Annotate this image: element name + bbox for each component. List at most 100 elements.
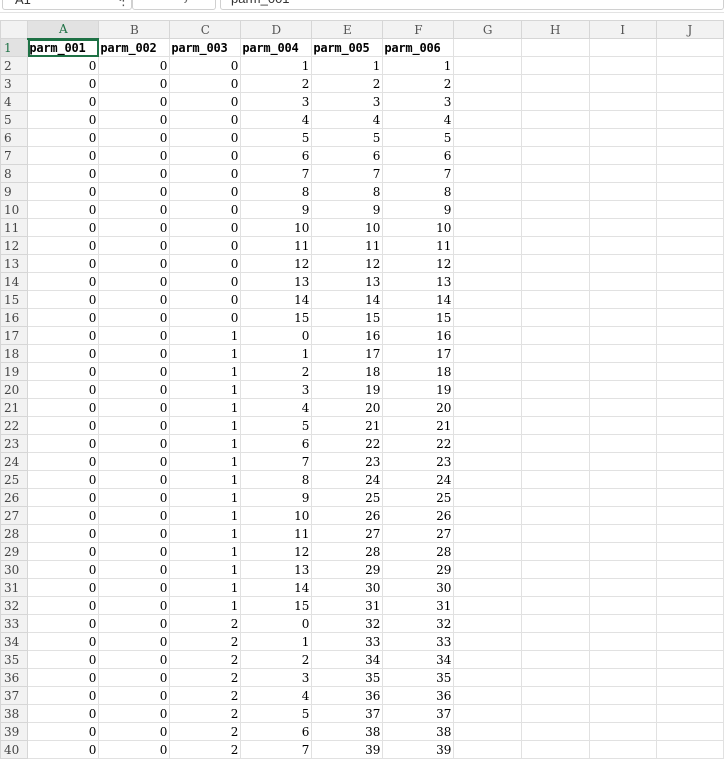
row-header-25[interactable]: 25 — [0, 470, 29, 489]
empty-cell[interactable] — [655, 218, 724, 237]
cell[interactable]: 13 — [311, 272, 384, 291]
empty-cell[interactable] — [588, 56, 657, 75]
empty-cell[interactable] — [453, 362, 522, 381]
cell[interactable]: 2 — [169, 722, 242, 741]
cell[interactable]: 1 — [169, 542, 242, 561]
cell[interactable]: 37 — [382, 704, 455, 723]
empty-cell[interactable] — [588, 344, 657, 363]
empty-cell[interactable] — [588, 632, 657, 651]
cell[interactable]: 12 — [311, 254, 384, 273]
empty-cell[interactable] — [655, 578, 724, 597]
cell[interactable]: 0 — [98, 416, 171, 435]
cell[interactable]: 0 — [98, 740, 171, 759]
cell[interactable]: 39 — [382, 740, 455, 759]
cell[interactable]: 1 — [169, 578, 242, 597]
empty-cell[interactable] — [453, 290, 522, 309]
empty-cell[interactable] — [520, 164, 590, 183]
empty-cell[interactable] — [453, 632, 522, 651]
header-cell[interactable]: parm_004 — [240, 38, 313, 57]
row-header-35[interactable]: 35 — [0, 650, 29, 669]
row-header-7[interactable]: 7 — [0, 146, 29, 165]
cell[interactable]: 0 — [98, 704, 171, 723]
cell[interactable]: 4 — [240, 686, 313, 705]
empty-cell[interactable] — [588, 434, 657, 453]
cell[interactable]: 19 — [382, 380, 455, 399]
row-header-40[interactable]: 40 — [0, 740, 29, 759]
cell[interactable]: 1 — [240, 632, 313, 651]
cell[interactable]: 1 — [169, 470, 242, 489]
empty-cell[interactable] — [520, 488, 590, 507]
cell[interactable]: 29 — [311, 560, 384, 579]
row-header-8[interactable]: 8 — [0, 164, 29, 183]
empty-cell[interactable] — [655, 362, 724, 381]
empty-cell[interactable] — [588, 488, 657, 507]
empty-cell[interactable] — [655, 614, 724, 633]
cell[interactable]: 0 — [169, 164, 242, 183]
cell[interactable]: 1 — [169, 488, 242, 507]
cell[interactable]: 0 — [27, 434, 100, 453]
empty-cell[interactable] — [588, 668, 657, 687]
cell[interactable]: 0 — [27, 110, 100, 129]
cell[interactable]: 3 — [240, 92, 313, 111]
cell[interactable]: 0 — [27, 578, 100, 597]
cell[interactable]: 7 — [382, 164, 455, 183]
cell[interactable]: 0 — [240, 326, 313, 345]
empty-cell[interactable] — [588, 362, 657, 381]
empty-cell[interactable] — [453, 398, 522, 417]
header-cell[interactable]: parm_001 — [27, 38, 100, 57]
cell[interactable]: 26 — [382, 506, 455, 525]
empty-cell[interactable] — [588, 542, 657, 561]
cell[interactable]: 0 — [27, 92, 100, 111]
row-header-32[interactable]: 32 — [0, 596, 29, 615]
empty-cell[interactable] — [520, 344, 590, 363]
cell[interactable]: 12 — [240, 542, 313, 561]
row-header-21[interactable]: 21 — [0, 398, 29, 417]
column-header-d[interactable]: D — [240, 20, 313, 39]
cell[interactable]: 8 — [240, 470, 313, 489]
row-header-18[interactable]: 18 — [0, 344, 29, 363]
empty-cell[interactable] — [453, 434, 522, 453]
cell[interactable]: 10 — [240, 218, 313, 237]
empty-cell[interactable] — [655, 542, 724, 561]
empty-cell[interactable] — [520, 668, 590, 687]
cell[interactable]: 28 — [382, 542, 455, 561]
cell[interactable]: 33 — [382, 632, 455, 651]
cell[interactable]: 2 — [169, 740, 242, 759]
cell[interactable]: 17 — [311, 344, 384, 363]
more-options-icon[interactable]: ⋮ — [117, 0, 130, 9]
empty-cell[interactable] — [520, 290, 590, 309]
empty-cell[interactable] — [655, 506, 724, 525]
empty-cell[interactable] — [520, 614, 590, 633]
empty-cell[interactable] — [520, 200, 590, 219]
empty-cell[interactable] — [453, 344, 522, 363]
empty-cell[interactable] — [453, 308, 522, 327]
cell[interactable]: 9 — [382, 200, 455, 219]
empty-cell[interactable] — [520, 686, 590, 705]
cell[interactable]: 4 — [311, 110, 384, 129]
cell[interactable]: 0 — [27, 398, 100, 417]
cell[interactable]: 0 — [27, 344, 100, 363]
cell[interactable]: 9 — [311, 200, 384, 219]
empty-cell[interactable] — [453, 740, 522, 759]
cell[interactable]: 25 — [311, 488, 384, 507]
cell[interactable]: 2 — [169, 704, 242, 723]
row-header-2[interactable]: 2 — [0, 56, 29, 75]
cell[interactable]: 34 — [382, 650, 455, 669]
row-header-14[interactable]: 14 — [0, 272, 29, 291]
cell[interactable]: 15 — [240, 308, 313, 327]
cell[interactable]: 21 — [311, 416, 384, 435]
row-header-15[interactable]: 15 — [0, 290, 29, 309]
cell[interactable]: 5 — [240, 704, 313, 723]
cell[interactable]: 0 — [98, 218, 171, 237]
empty-cell[interactable] — [520, 236, 590, 255]
cell[interactable]: 0 — [27, 254, 100, 273]
chevron-down-icon[interactable]: ⌄ — [203, 0, 211, 1]
empty-cell[interactable] — [453, 272, 522, 291]
empty-cell[interactable] — [588, 74, 657, 93]
column-header-c[interactable]: C — [169, 20, 242, 39]
cell[interactable]: 11 — [240, 236, 313, 255]
accept-icon[interactable]: ✓ — [161, 0, 173, 5]
cell[interactable]: 0 — [98, 668, 171, 687]
cell[interactable]: 31 — [311, 596, 384, 615]
empty-cell[interactable] — [520, 218, 590, 237]
